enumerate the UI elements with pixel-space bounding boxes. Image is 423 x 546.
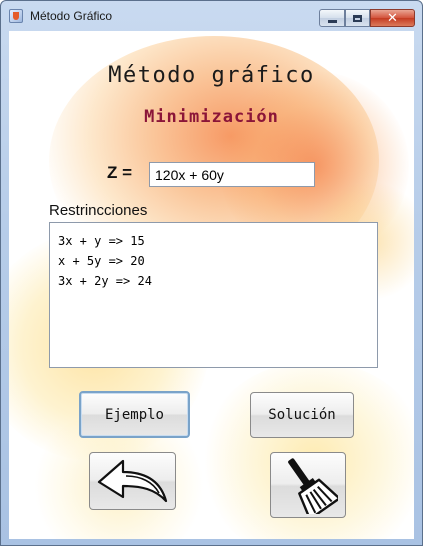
constraints-label: Restrincciones	[49, 202, 148, 219]
java-app-icon	[9, 9, 23, 23]
example-button-label: Ejemplo	[104, 406, 164, 423]
solution-button-label: Solución	[268, 407, 336, 423]
constraint-line: 3x + 2y => 24	[58, 274, 152, 288]
constraint-line: x + 5y => 20	[58, 254, 145, 268]
title-bar[interactable]: Método Gráfico ✕	[1, 1, 422, 31]
app-window: Método Gráfico ✕ Método gráfico Minimiza…	[0, 0, 423, 546]
back-arrow-icon	[97, 459, 167, 503]
minimize-button[interactable]	[319, 9, 345, 27]
page-title: Método gráfico	[108, 63, 315, 88]
solution-button[interactable]: Solución	[250, 392, 354, 438]
minimize-icon	[327, 19, 337, 23]
clear-button[interactable]	[270, 452, 346, 518]
constraints-textarea[interactable]: 3x + y => 15 x + 5y => 20 3x + 2y => 24	[49, 222, 378, 368]
back-button[interactable]	[89, 452, 176, 510]
constraint-line: 3x + y => 15	[58, 234, 145, 248]
maximize-icon	[353, 14, 362, 22]
maximize-button[interactable]	[345, 9, 370, 27]
objective-label: Z =	[107, 163, 133, 182]
page-subtitle: Minimización	[144, 107, 279, 127]
objective-function-input[interactable]	[149, 162, 315, 187]
window-title: Método Gráfico	[30, 9, 113, 23]
close-button[interactable]: ✕	[370, 9, 415, 27]
content-panel: Método gráfico Minimización Z = Restrinc…	[9, 31, 414, 539]
example-button[interactable]: Ejemplo	[79, 391, 190, 438]
close-icon: ✕	[387, 10, 398, 26]
broom-icon	[288, 458, 338, 514]
